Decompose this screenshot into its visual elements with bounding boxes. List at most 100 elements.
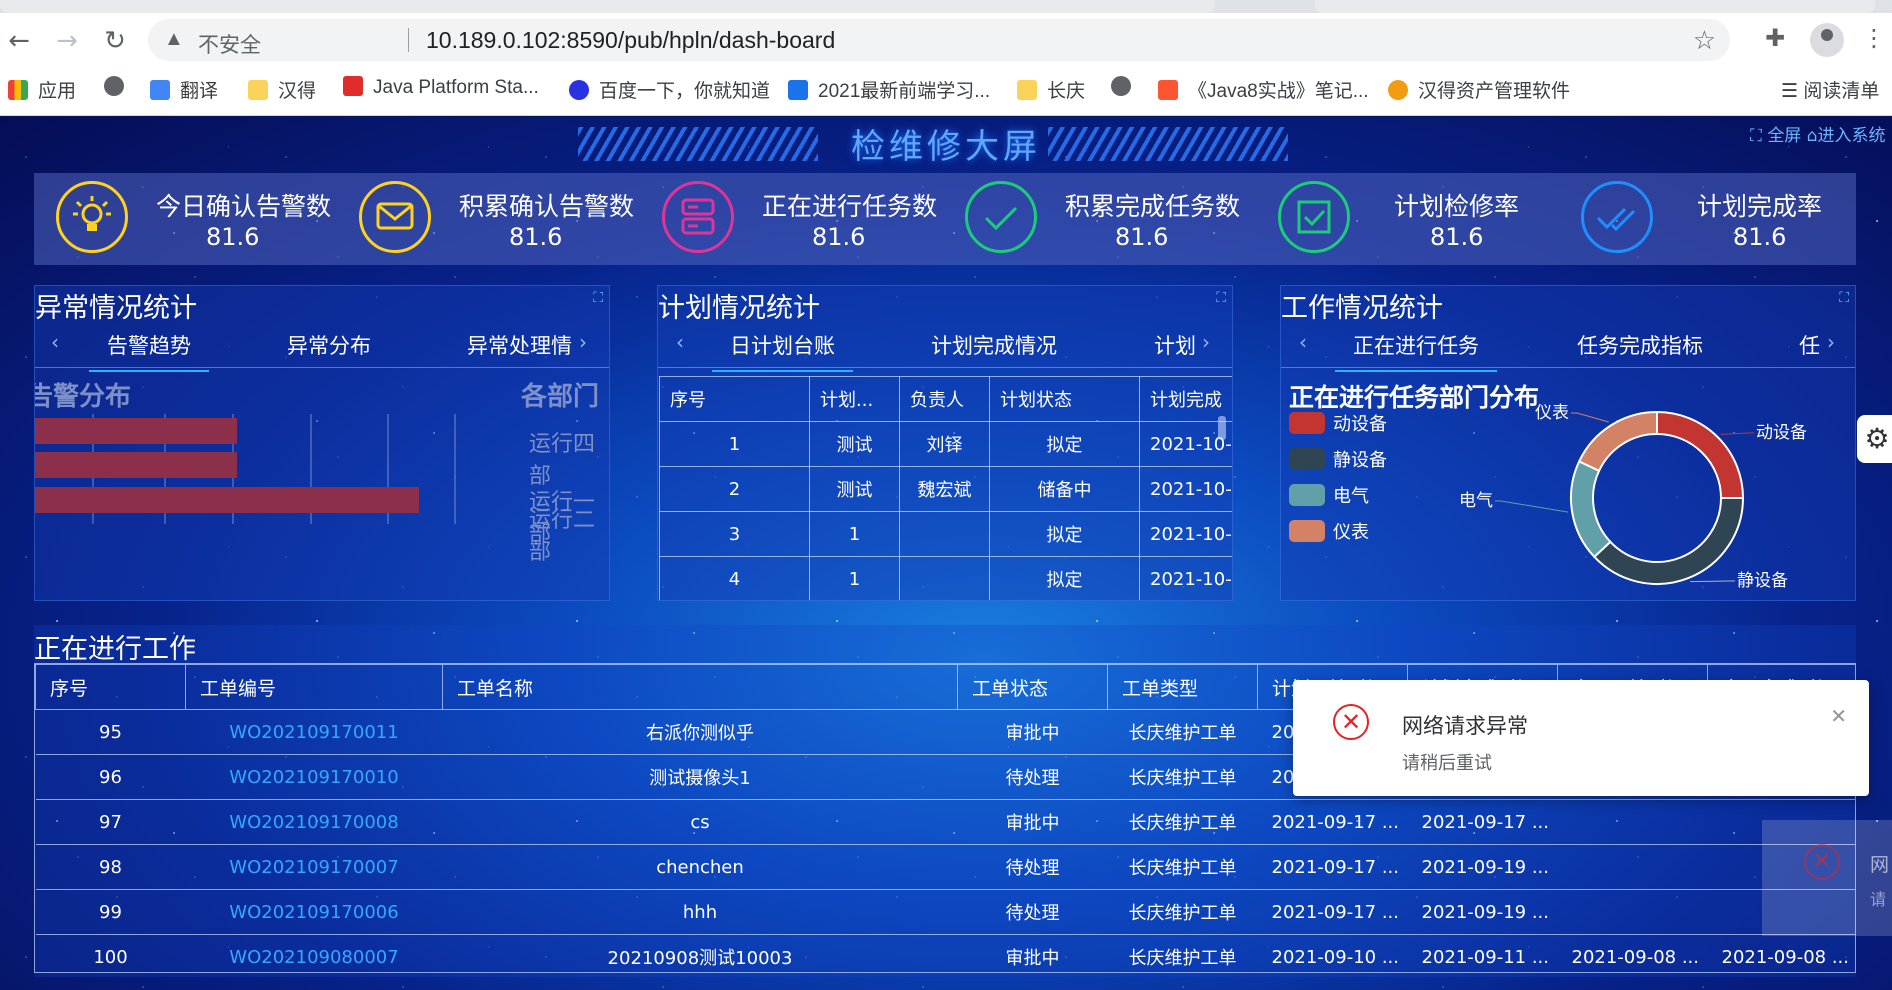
table-cell: 2021-09-08 ...: [1707, 934, 1855, 972]
close-icon[interactable]: ✕: [1830, 704, 1847, 728]
tab-plan-more[interactable]: 计划: [1154, 330, 1196, 360]
column-header[interactable]: 负责人: [899, 376, 990, 422]
column-header[interactable]: 计划...: [809, 376, 900, 422]
double-check-icon: [1581, 181, 1653, 253]
bookmark-hand-asset[interactable]: 汉得资产管理软件: [1388, 76, 1570, 103]
tab-bar: ‹ 告警趋势 异常分布 异常处理情 ›: [35, 330, 609, 372]
translate-icon: [150, 80, 170, 100]
fullscreen-icon[interactable]: ⛶: [1750, 126, 1767, 146]
menu-icon[interactable]: ⋮: [1862, 24, 1886, 52]
tab-abnormal-handle[interactable]: 异常处理情: [467, 330, 572, 360]
donut-slice[interactable]: [1592, 497, 1745, 585]
settings-gear-icon[interactable]: ⚙: [1857, 415, 1892, 463]
tab-bar: ‹ 日计划台账 计划完成情况 计划 ›: [658, 330, 1232, 372]
table-row[interactable]: 3 1 拟定 2021-10-: [659, 511, 1232, 557]
tab-plan-complete[interactable]: 计划完成情况: [931, 330, 1057, 360]
table-cell: 2021-10-: [1139, 511, 1232, 557]
work-order-link[interactable]: WO202109170007: [185, 844, 443, 890]
forward-icon[interactable]: →: [50, 24, 84, 58]
bookmark-star-icon[interactable]: ☆: [1693, 25, 1716, 56]
table-cell: 长庆维护工单: [1107, 709, 1258, 755]
fullscreen-link[interactable]: 全屏: [1767, 126, 1801, 146]
profile-avatar[interactable]: [1810, 23, 1844, 57]
reload-icon[interactable]: ↻: [98, 24, 132, 58]
bar-dept2: [35, 487, 419, 513]
bookmark-java8[interactable]: 《Java8实战》笔记...: [1158, 76, 1369, 103]
globe-icon: [104, 76, 124, 96]
work-order-link[interactable]: WO202109170011: [185, 709, 443, 755]
url-text[interactable]: 10.189.0.102:8590/pub/hpln/dash-board: [426, 27, 835, 54]
tab-alarm-trend[interactable]: 告警趋势: [89, 330, 209, 372]
table-cell: [1557, 799, 1708, 845]
tab-next-icon[interactable]: ›: [579, 330, 587, 354]
table-row[interactable]: 97 WO202109170008 cs 审批中 长庆维护工单 2021-09-…: [35, 799, 1855, 845]
column-header[interactable]: 工单状态: [957, 664, 1108, 710]
bookmark-java[interactable]: Java Platform Sta...: [343, 76, 539, 99]
bookmark-frontend[interactable]: 2021最新前端学习...: [788, 76, 990, 103]
donut-slice[interactable]: [1656, 410, 1745, 499]
table-row[interactable]: 4 1 拟定 2021-10-: [659, 556, 1232, 600]
bookmark-apps[interactable]: 应用: [8, 76, 76, 103]
address-bar[interactable]: ▲ 不安全 10.189.0.102:8590/pub/hpln/dash-bo…: [148, 19, 1730, 61]
donut-slice[interactable]: [1577, 410, 1658, 473]
work-order-link[interactable]: WO202109170006: [185, 889, 443, 935]
table-cell: [1557, 889, 1708, 935]
bookmark-folder-hand[interactable]: 汉得: [248, 76, 316, 103]
tab-prev-icon[interactable]: ‹: [1299, 330, 1307, 354]
bookmark-globe[interactable]: [104, 76, 134, 99]
bookmark-globe2[interactable]: [1111, 76, 1141, 99]
page-title: 检维修大屏: [851, 127, 1041, 167]
column-header[interactable]: 序号: [659, 376, 810, 422]
column-header[interactable]: 序号: [35, 664, 186, 710]
stat-value: 81.6: [1115, 223, 1169, 251]
tab-prev-icon[interactable]: ‹: [676, 330, 684, 354]
tab-prev-icon[interactable]: ‹: [51, 330, 59, 354]
column-header[interactable]: 计划状态: [989, 376, 1140, 422]
browser-tab-active[interactable]: [0, 0, 1215, 13]
table-row[interactable]: 99 WO202109170006 hhh 待处理 长庆维护工单 2021-09…: [35, 889, 1855, 935]
tab-abnormal-dist[interactable]: 异常分布: [287, 330, 371, 360]
bookmark-translate[interactable]: 翻译: [150, 76, 218, 103]
task-donut-chart: 动设备静设备 电气 仪表: [1459, 403, 1807, 591]
tab-next-icon[interactable]: ›: [1827, 330, 1835, 354]
expand-icon[interactable]: ⛶: [593, 290, 603, 306]
back-icon[interactable]: ←: [2, 24, 36, 58]
column-header[interactable]: 工单编号: [185, 664, 443, 710]
stat-value: 81.6: [206, 223, 260, 251]
enter-system-link[interactable]: 进入系统: [1818, 126, 1886, 146]
work-order-link[interactable]: WO202109080007: [185, 934, 443, 972]
tab-daily-plan[interactable]: 日计划台账: [712, 330, 853, 372]
tab-task-index[interactable]: 任务完成指标: [1577, 330, 1703, 360]
scrollbar-thumb[interactable]: [1218, 416, 1226, 440]
extensions-icon[interactable]: ✚: [1765, 24, 1785, 52]
column-header[interactable]: 计划完成: [1139, 376, 1232, 422]
column-header[interactable]: 工单类型: [1107, 664, 1258, 710]
browser-tab[interactable]: [1315, 0, 1875, 13]
table-row[interactable]: 98 WO202109170007 chenchen 待处理 长庆维护工单 20…: [35, 844, 1855, 890]
expand-icon[interactable]: ⛶: [1216, 290, 1226, 306]
work-order-link[interactable]: WO202109170008: [185, 799, 443, 845]
column-header[interactable]: 工单名称: [442, 664, 958, 710]
bookmark-baidu[interactable]: 百度一下，你就知道: [569, 76, 770, 103]
table-row[interactable]: 2 测试 魏宏斌 储备中 2021-10-: [659, 466, 1232, 512]
donut-slice[interactable]: [1570, 460, 1612, 559]
table-cell: 魏宏斌: [899, 466, 990, 512]
work-order-link[interactable]: WO202109170010: [185, 754, 443, 800]
bookmark-folder-cq[interactable]: 长庆: [1017, 76, 1085, 103]
table-row[interactable]: 1 测试 刘铎 拟定 2021-10-: [659, 421, 1232, 467]
table-row[interactable]: 100 WO202109080007 20210908测试10003 审批中 长…: [35, 934, 1855, 972]
table-cell: 长庆维护工单: [1107, 754, 1258, 800]
home-icon[interactable]: ⌂: [1807, 126, 1818, 146]
reading-list[interactable]: ☰ 阅读清单: [1781, 76, 1879, 103]
tab-running-task[interactable]: 正在进行任务: [1335, 330, 1497, 372]
tab-bar: ‹ 正在进行任务 任务完成指标 任 ›: [1281, 330, 1855, 372]
expand-icon[interactable]: ⛶: [1839, 290, 1849, 306]
notification-title: 网: [1870, 854, 1890, 876]
table-cell: 99: [35, 889, 186, 935]
tab-task-more[interactable]: 任: [1799, 330, 1820, 360]
table-cell: 2021-10-: [1139, 466, 1232, 512]
table-cell: 96: [35, 754, 186, 800]
tab-next-icon[interactable]: ›: [1202, 330, 1210, 354]
apps-grid-icon: [8, 80, 28, 100]
plan-table: 序号 计划... 负责人 计划状态 计划完成 1 测试 刘铎 拟定 2021-1…: [659, 376, 1232, 600]
